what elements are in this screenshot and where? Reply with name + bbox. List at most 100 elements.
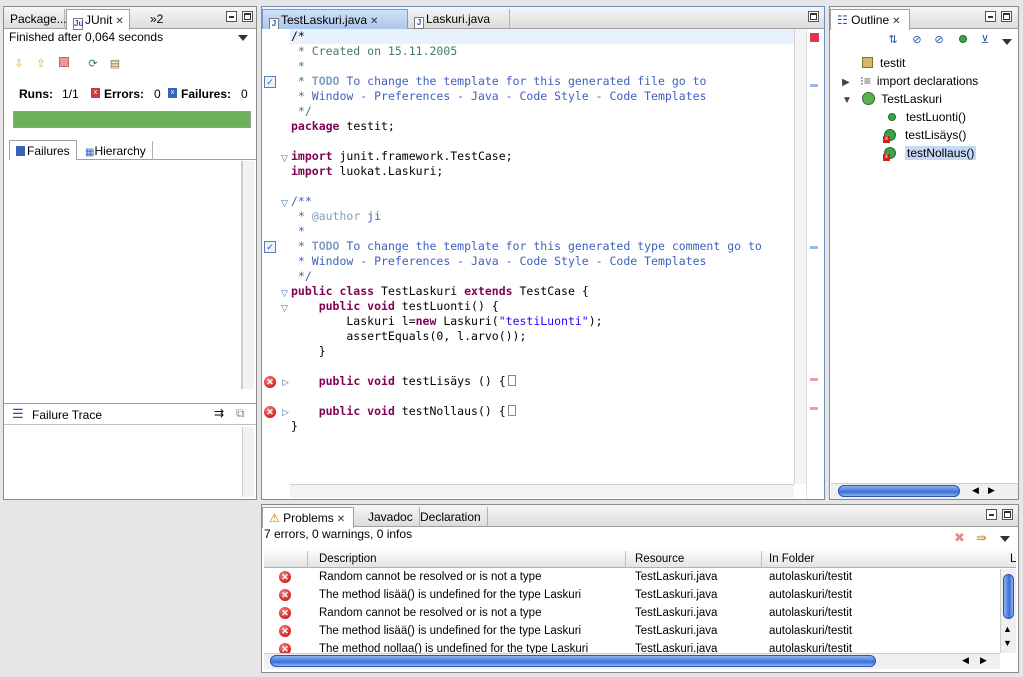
fold-expand-icon[interactable]: ▷ xyxy=(282,377,289,388)
fold-collapse-icon[interactable]: ▽ xyxy=(281,198,288,209)
error-marker-icon[interactable]: ✕ xyxy=(264,406,276,418)
code-line[interactable]: */ xyxy=(291,269,312,284)
code-line[interactable]: import junit.framework.TestCase; xyxy=(291,149,513,164)
failures-list[interactable] xyxy=(9,161,242,389)
fold-expand-icon[interactable]: ▷ xyxy=(282,407,289,418)
code-line[interactable]: * Window - Preferences - Java - Code Sty… xyxy=(291,89,707,104)
scroll-right-icon[interactable]: ▶ xyxy=(988,485,995,496)
minimize-icon[interactable] xyxy=(985,11,996,22)
delete-icon[interactable]: ✖ xyxy=(954,530,965,546)
code-line[interactable]: * TODO To change the template for this g… xyxy=(291,239,762,254)
folded-body-icon[interactable] xyxy=(507,375,516,386)
view-menu-icon[interactable] xyxy=(1002,39,1012,45)
hide-nonpublic-icon[interactable] xyxy=(956,33,970,47)
stop-icon[interactable] xyxy=(57,57,71,71)
previous-failure-icon[interactable]: ⇧ xyxy=(34,57,48,71)
tab-problems[interactable]: ⚠ Problems ✕ xyxy=(262,507,354,528)
editor-hscrollbar[interactable] xyxy=(290,484,794,498)
outline-imports[interactable]: ▶ ⁝≡ import declarations xyxy=(842,73,978,91)
fold-collapse-icon[interactable]: ▽ xyxy=(281,303,288,314)
code-line[interactable]: public void testLisäys () { xyxy=(291,374,516,389)
code-line[interactable]: /* xyxy=(291,29,305,44)
error-marker-icon[interactable]: ✕ xyxy=(264,376,276,388)
failure-trace-scrollbar[interactable] xyxy=(242,427,254,497)
next-failure-icon[interactable]: ⇩ xyxy=(12,57,26,71)
sort-icon[interactable]: ⇅ xyxy=(886,33,900,47)
overview-error-summary[interactable] xyxy=(810,33,819,42)
close-icon[interactable]: ✕ xyxy=(115,16,123,27)
chevron-right-icon[interactable]: ▶ xyxy=(842,77,850,88)
tab-testlaskuri-java[interactable]: J TestLaskuri.java ✕ xyxy=(262,9,408,30)
column-location[interactable]: L xyxy=(1010,551,1016,568)
failure-trace-area[interactable] xyxy=(9,427,242,497)
scroll-up-icon[interactable]: ▲ xyxy=(1003,624,1012,634)
scroll-right-icon[interactable]: ▶ xyxy=(980,655,987,666)
overview-task-mark[interactable] xyxy=(810,246,818,249)
code-line[interactable]: * @author ji xyxy=(291,209,381,224)
overview-error-mark[interactable] xyxy=(810,407,818,410)
code-line[interactable]: package testit; xyxy=(291,119,395,134)
tab-overflow[interactable]: »2 xyxy=(144,9,169,29)
hide-local-types-icon[interactable]: ⊻ xyxy=(978,33,992,47)
tab-outline[interactable]: ☷ Outline ✕ xyxy=(830,9,910,30)
column-resource[interactable]: Resource xyxy=(635,551,684,568)
outline-scroll-thumb[interactable] xyxy=(838,485,960,497)
code-line[interactable]: * Created on 15.11.2005 xyxy=(291,44,457,59)
outline-method-selected[interactable]: x testNollaus() xyxy=(883,145,977,161)
overview-error-mark[interactable] xyxy=(810,378,818,381)
overview-task-mark[interactable] xyxy=(810,84,818,87)
chevron-down-icon[interactable]: ▼ xyxy=(842,95,852,106)
code-line[interactable]: Laskuri l=new Laskuri("testiLuonti"); xyxy=(291,314,602,329)
code-line[interactable]: * TODO To change the template for this g… xyxy=(291,74,707,89)
filter-icon[interactable]: ⇛ xyxy=(976,530,987,546)
column-in-folder[interactable]: In Folder xyxy=(769,551,814,568)
tab-package-explorer[interactable]: Package... xyxy=(4,9,67,29)
code-line[interactable]: assertEquals(0, l.arvo()); xyxy=(291,329,526,344)
maximize-icon[interactable] xyxy=(808,11,819,22)
close-icon[interactable]: ✕ xyxy=(337,514,345,525)
compare-icon[interactable]: ⧉ xyxy=(236,406,245,421)
scroll-down-icon[interactable]: ▼ xyxy=(1003,638,1012,648)
scroll-left-icon[interactable]: ◀ xyxy=(972,485,979,496)
code-line[interactable]: } xyxy=(291,344,326,359)
problems-hscroll-thumb[interactable] xyxy=(270,655,876,667)
failures-scrollbar[interactable] xyxy=(242,161,254,389)
maximize-icon[interactable] xyxy=(242,11,253,22)
task-marker-icon[interactable]: ✓ xyxy=(264,76,276,88)
close-icon[interactable]: ✕ xyxy=(892,16,900,27)
tab-junit[interactable]: Ju JUnit ✕ xyxy=(66,9,130,30)
code-line[interactable]: * xyxy=(291,59,305,74)
column-description[interactable]: Description xyxy=(319,551,377,568)
maximize-icon[interactable] xyxy=(1001,11,1012,22)
filter-trace-icon[interactable]: ⇉ xyxy=(214,406,224,420)
outline-package[interactable]: testit xyxy=(862,55,905,71)
code-line[interactable]: * Window - Preferences - Java - Code Sty… xyxy=(291,254,707,269)
minimize-icon[interactable] xyxy=(986,509,997,520)
code-line[interactable]: public void testNollaus() { xyxy=(291,404,516,419)
table-row[interactable]: ✕ The method lisää() is undefined for the… xyxy=(264,586,1023,604)
code-line[interactable]: } xyxy=(291,419,298,434)
tab-declaration[interactable]: Declaration xyxy=(414,507,488,527)
maximize-icon[interactable] xyxy=(1002,509,1013,520)
hide-fields-icon[interactable]: ⊘ xyxy=(910,33,924,47)
code-line[interactable]: public class TestLaskuri extends TestCas… xyxy=(291,284,589,299)
code-line[interactable]: */ xyxy=(291,104,312,119)
code-line[interactable]: import luokat.Laskuri; xyxy=(291,164,443,179)
code-line[interactable]: * xyxy=(291,224,305,239)
table-row[interactable]: ✕ The method lisää() is undefined for the… xyxy=(264,622,1023,640)
fold-collapse-icon[interactable]: ▽ xyxy=(281,153,288,164)
editor-vscrollbar[interactable] xyxy=(794,29,806,484)
code-line[interactable]: public void testLuonti() { xyxy=(291,299,499,314)
hide-static-icon[interactable]: ⊘ xyxy=(932,33,946,47)
task-marker-icon[interactable]: ✓ xyxy=(264,241,276,253)
tab-hierarchy[interactable]: ▦Hierarchy xyxy=(79,141,153,160)
tab-javadoc[interactable]: Javadoc xyxy=(362,507,420,527)
scroll-left-icon[interactable]: ◀ xyxy=(962,655,969,666)
scroll-lock-icon[interactable]: ▤ xyxy=(108,57,122,71)
problems-vscroll-thumb[interactable] xyxy=(1003,574,1014,619)
view-menu-icon[interactable] xyxy=(238,35,248,41)
code-line[interactable]: /** xyxy=(291,194,312,209)
table-row[interactable]: ✕ Random cannot be resolved or is not a t… xyxy=(264,604,1023,622)
outline-method[interactable]: testLuonti() xyxy=(888,109,966,125)
folded-body-icon[interactable] xyxy=(507,405,516,416)
